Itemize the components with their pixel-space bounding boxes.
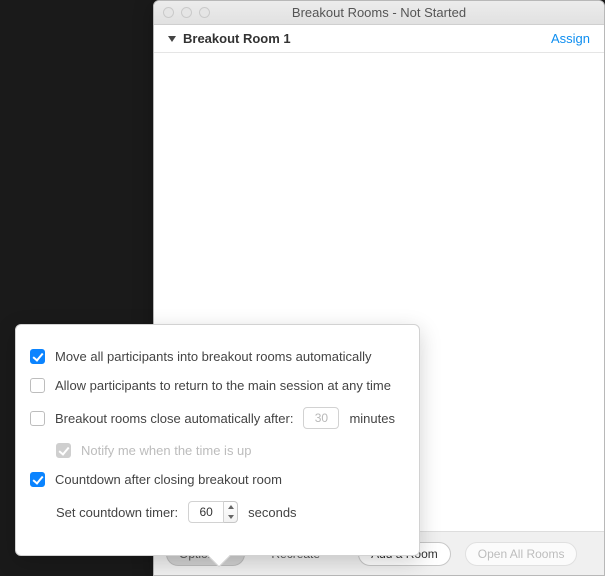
- countdown-checkbox[interactable]: [30, 472, 45, 487]
- assign-button[interactable]: Assign: [551, 31, 590, 46]
- stepper-up-button[interactable]: [224, 502, 237, 512]
- notify-label: Notify me when the time is up: [81, 443, 252, 458]
- options-popover: Move all participants into breakout room…: [15, 324, 420, 556]
- allow-return-label: Allow participants to return to the main…: [55, 378, 391, 393]
- auto-close-label-after: minutes: [349, 411, 395, 426]
- auto-move-checkbox[interactable]: [30, 349, 45, 364]
- countdown-timer-stepper[interactable]: [188, 501, 238, 523]
- arrow-down-icon: [228, 515, 234, 519]
- disclosure-triangle-icon[interactable]: [168, 36, 176, 42]
- auto-close-minutes-input[interactable]: [303, 407, 339, 429]
- countdown-timer-label-before: Set countdown timer:: [56, 505, 178, 520]
- room-name: Breakout Room 1: [183, 31, 291, 46]
- allow-return-checkbox[interactable]: [30, 378, 45, 393]
- countdown-label: Countdown after closing breakout room: [55, 472, 282, 487]
- stepper-down-button[interactable]: [224, 512, 237, 522]
- window-title: Breakout Rooms - Not Started: [154, 5, 604, 20]
- notify-checkbox: [56, 443, 71, 458]
- room-row[interactable]: Breakout Room 1 Assign: [154, 25, 604, 53]
- auto-move-label: Move all participants into breakout room…: [55, 349, 371, 364]
- countdown-timer-label-after: seconds: [248, 505, 296, 520]
- arrow-up-icon: [228, 505, 234, 509]
- countdown-timer-input[interactable]: [188, 501, 224, 523]
- open-all-rooms-button: Open All Rooms: [465, 542, 578, 566]
- auto-close-label-before: Breakout rooms close automatically after…: [55, 411, 293, 426]
- titlebar[interactable]: Breakout Rooms - Not Started: [154, 1, 604, 25]
- auto-close-checkbox[interactable]: [30, 411, 45, 426]
